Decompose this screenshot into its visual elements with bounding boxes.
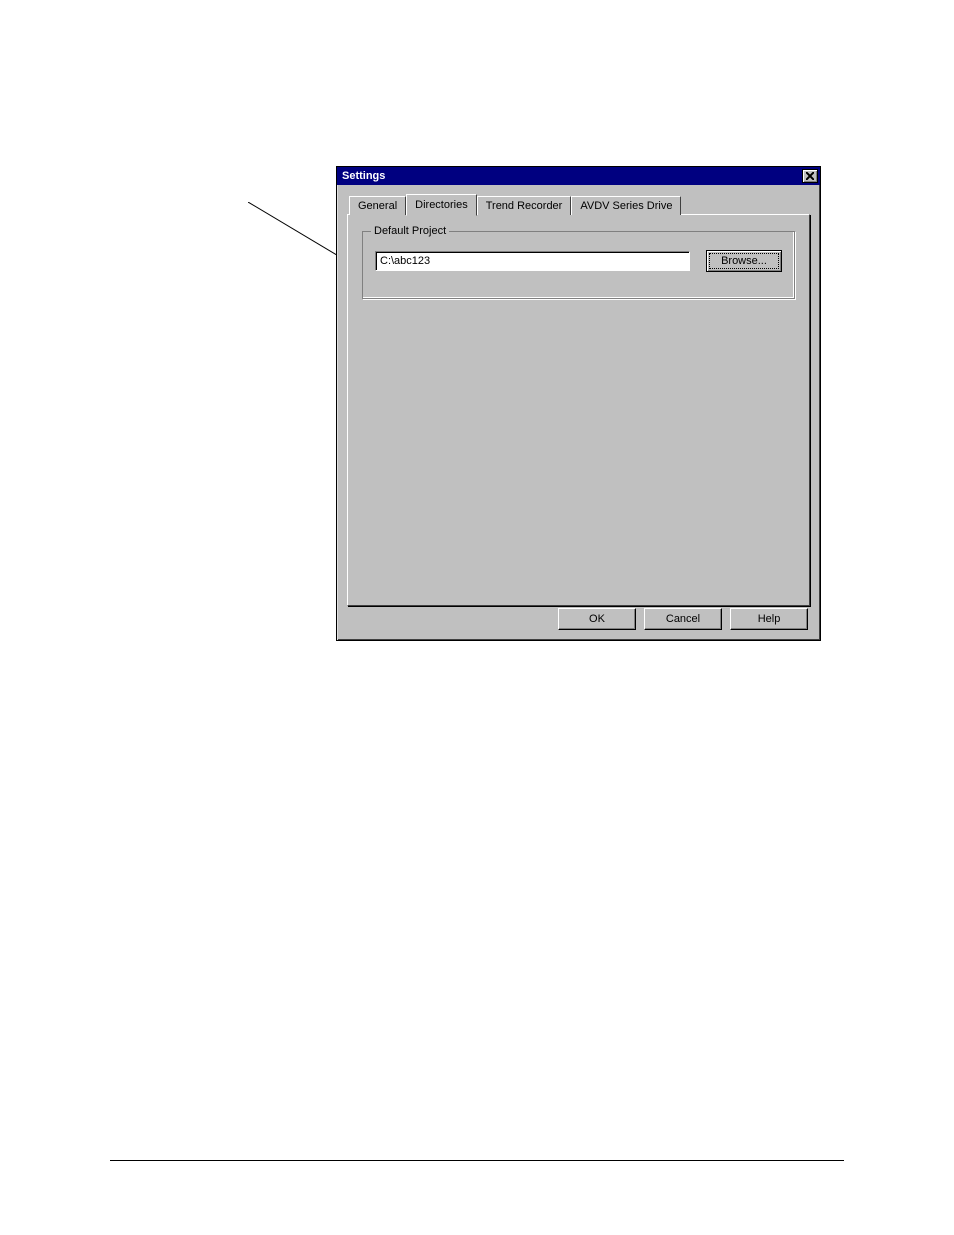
group-label: Default Project: [371, 225, 449, 237]
dialog-body: General Directories Trend Recorder AVDV …: [337, 185, 820, 640]
default-project-path-input[interactable]: [375, 251, 690, 271]
help-button[interactable]: Help: [730, 608, 808, 630]
close-icon: [806, 172, 814, 180]
path-row: Browse...: [375, 250, 782, 272]
cancel-button[interactable]: Cancel: [644, 608, 722, 630]
tabstrip: General Directories Trend Recorder AVDV …: [349, 193, 810, 214]
tab-directories[interactable]: Directories: [406, 194, 477, 216]
tab-general[interactable]: General: [349, 196, 406, 215]
titlebar: Settings: [337, 167, 820, 185]
tab-panel-directories: Default Project Browse...: [347, 214, 810, 606]
tab-avdv-series-drive[interactable]: AVDV Series Drive: [571, 196, 681, 215]
settings-dialog: Settings General Directories Trend Recor…: [336, 166, 821, 641]
ok-button[interactable]: OK: [558, 608, 636, 630]
default-project-group: Default Project Browse...: [362, 231, 795, 299]
dialog-title: Settings: [339, 170, 385, 182]
browse-button[interactable]: Browse...: [706, 250, 782, 272]
close-button[interactable]: [802, 169, 818, 183]
page-divider: [110, 1160, 844, 1161]
tab-trend-recorder[interactable]: Trend Recorder: [477, 196, 572, 215]
dialog-button-row: OK Cancel Help: [558, 608, 808, 630]
